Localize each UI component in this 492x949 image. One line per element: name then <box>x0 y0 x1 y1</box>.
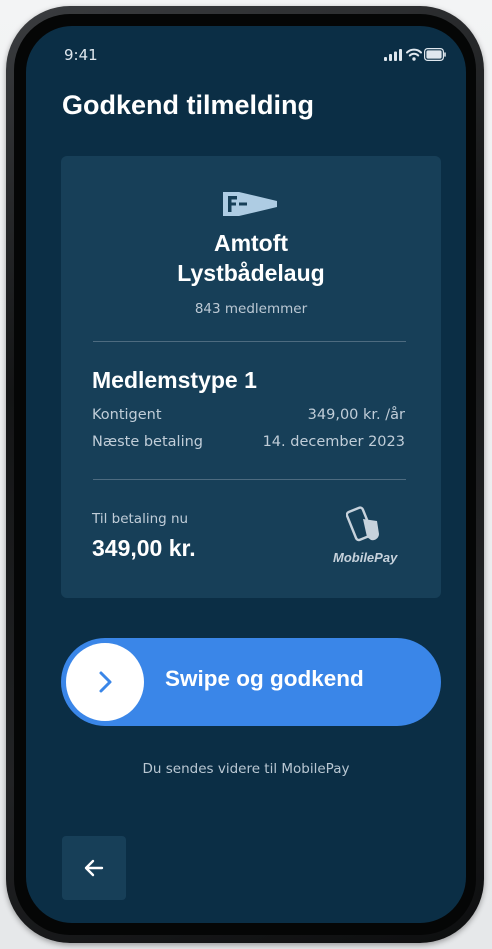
club-name: Amtoft Lystbådelaug <box>61 228 441 288</box>
club-member-count: 843 medlemmer <box>194 301 308 317</box>
divider <box>93 479 406 480</box>
payment-label: Til betaling nu <box>92 511 189 527</box>
divider <box>93 341 406 342</box>
arrow-left-icon <box>84 859 104 877</box>
swipe-handle[interactable] <box>66 643 144 721</box>
next-payment-value: 14. december 2023 <box>262 434 405 450</box>
mobilepay-icon <box>346 506 379 542</box>
fee-value: 349,00 kr. /år <box>307 407 405 423</box>
membership-card: Amtoft Lystbådelaug 843 medlemmer Medlem… <box>61 156 441 598</box>
page-title: Godkend tilmelding <box>62 90 315 120</box>
club-name-line2: Lystbådelaug <box>177 260 325 286</box>
fee-row: Kontigent 349,00 kr. /år <box>92 407 405 423</box>
swipe-label: Swipe og godkend <box>165 666 364 691</box>
app-screen: 9:41 Godkend tilmelding Amtoft Lystbådel… <box>26 26 466 923</box>
status-icons <box>384 48 446 62</box>
redirect-note: Du sendes videre til MobilePay <box>142 761 350 777</box>
wifi-icon <box>406 48 422 61</box>
next-payment-label: Næste betaling <box>92 434 204 450</box>
fee-label: Kontigent <box>92 407 162 423</box>
swipe-approve-slider[interactable]: Swipe og godkend <box>61 638 441 726</box>
membership-type: Medlemstype 1 <box>92 367 257 393</box>
next-payment-row: Næste betaling 14. december 2023 <box>92 434 405 450</box>
status-time: 9:41 <box>64 46 98 64</box>
payment-amount: 349,00 kr. <box>92 535 196 561</box>
battery-icon <box>424 48 446 61</box>
chevron-right-icon <box>99 671 112 693</box>
pennant-flag-logo <box>223 192 277 216</box>
signal-icon <box>384 49 402 61</box>
mobilepay-wordmark: MobilePay <box>333 550 398 565</box>
back-button[interactable] <box>62 836 126 900</box>
club-name-line1: Amtoft <box>213 230 289 256</box>
